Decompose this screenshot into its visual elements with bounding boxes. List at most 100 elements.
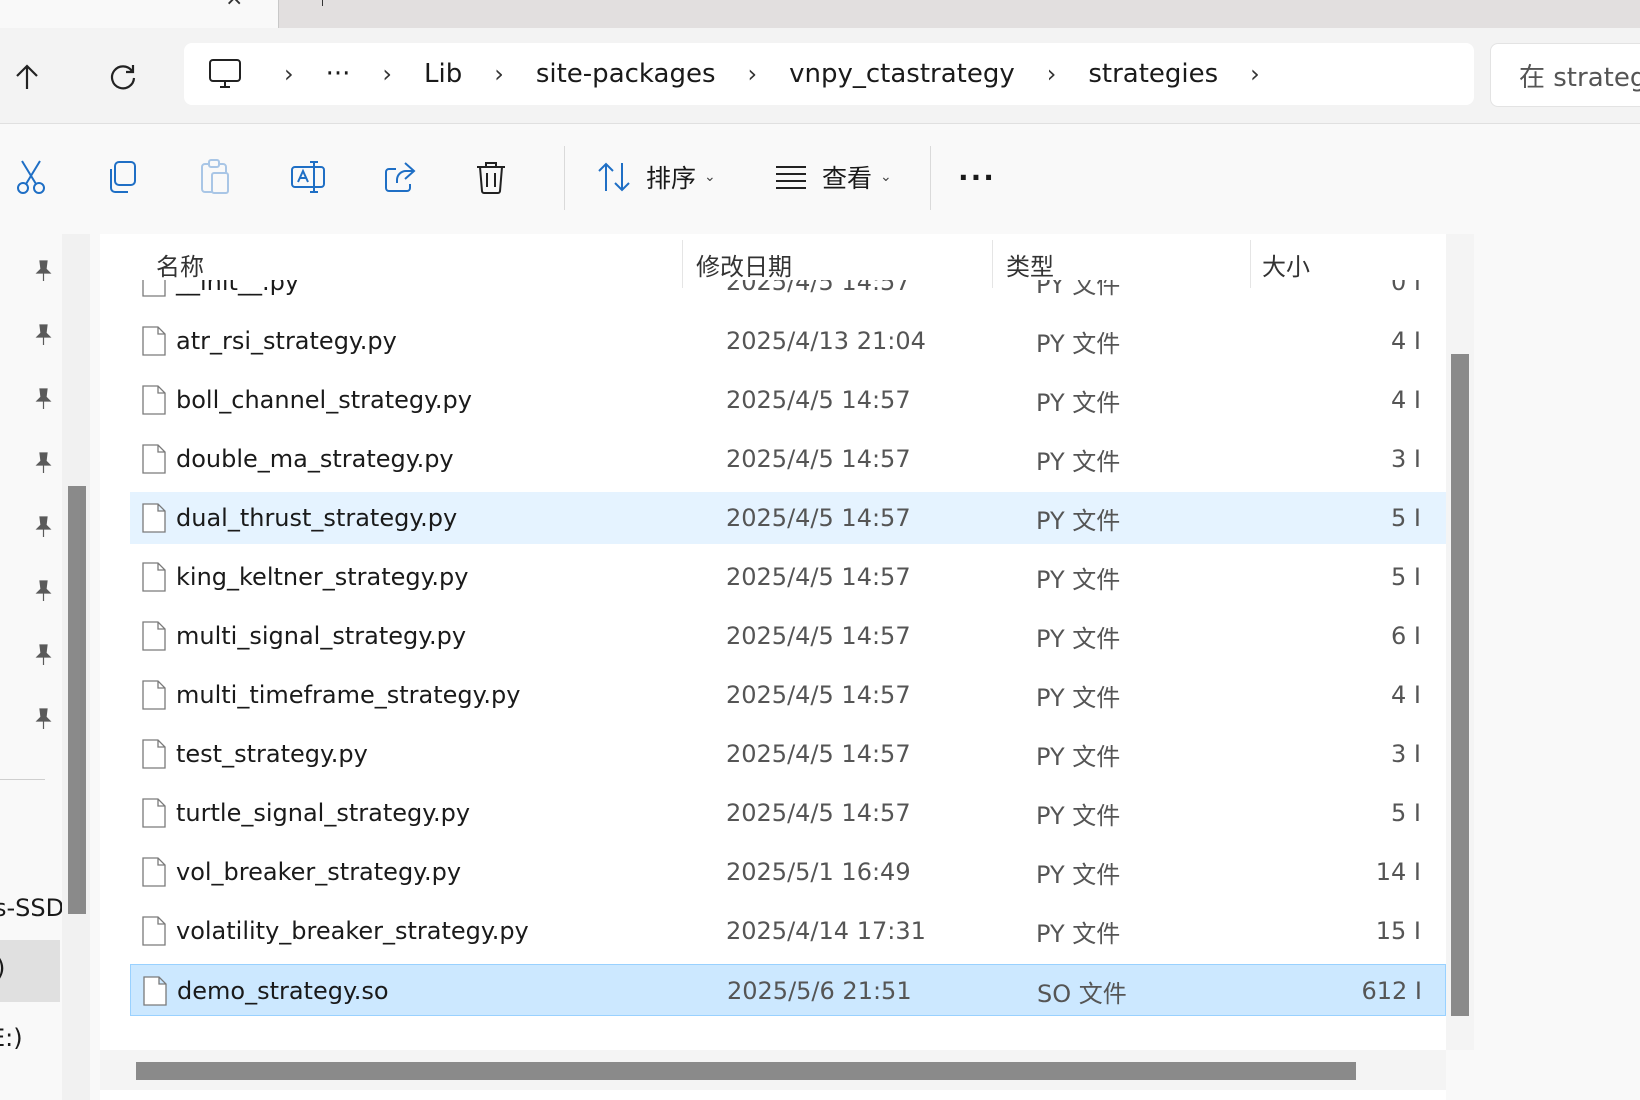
file-size: 4 I xyxy=(1391,386,1421,414)
share-icon xyxy=(385,162,416,192)
file-list-scrollbar-thumb[interactable] xyxy=(1451,354,1469,1016)
file-row[interactable]: volatility_breaker_strategy.py 2025/4/14… xyxy=(130,905,1446,957)
breadcrumb-separator[interactable]: › xyxy=(1230,60,1280,88)
file-date: 2025/4/5 14:57 xyxy=(726,504,911,532)
file-list: __init__.py 2025/4/5 14:57 PY 文件 0 I atr… xyxy=(100,234,1446,1100)
pin-icon[interactable] xyxy=(30,514,56,540)
breadcrumb: › ··· › Lib › site-packages › vnpy_ctast… xyxy=(184,43,1474,105)
view-button[interactable]: 查看 ⌄ xyxy=(774,149,892,205)
chevron-down-icon: ⌄ xyxy=(704,169,716,185)
pin-icon[interactable] xyxy=(30,578,56,604)
file-date: 2025/4/14 17:31 xyxy=(726,917,926,945)
file-name: vol_breaker_strategy.py xyxy=(176,858,462,886)
file-row[interactable]: multi_timeframe_strategy.py 2025/4/5 14:… xyxy=(130,669,1446,721)
paste-button[interactable] xyxy=(198,149,232,205)
tab-close-icon[interactable]: × xyxy=(225,0,243,11)
toolbar-divider xyxy=(930,146,931,210)
rename-icon xyxy=(291,161,325,193)
column-divider[interactable] xyxy=(992,240,993,288)
breadcrumb-computer[interactable] xyxy=(184,58,264,90)
file-icon xyxy=(143,976,167,1006)
file-row[interactable]: multi_signal_strategy.py 2025/4/5 14:57 … xyxy=(130,610,1446,662)
file-date: 2025/4/13 21:04 xyxy=(726,327,926,355)
file-icon xyxy=(142,680,166,710)
breadcrumb-separator[interactable]: › xyxy=(1027,60,1077,88)
sort-button[interactable]: 排序 ⌄ xyxy=(596,149,716,205)
pin-icon[interactable] xyxy=(30,258,56,284)
file-date: 2025/4/5 14:57 xyxy=(726,445,911,473)
file-date: 2025/4/5 14:57 xyxy=(726,681,911,709)
file-row-selected[interactable]: demo_strategy.so 2025/5/6 21:51 SO 文件 61… xyxy=(130,964,1446,1016)
more-options-button[interactable]: ··· xyxy=(958,149,996,205)
column-header-type[interactable]: 类型 xyxy=(1006,234,1054,294)
file-icon xyxy=(142,739,166,769)
column-header-date[interactable]: 修改日期 xyxy=(696,234,792,294)
file-row[interactable]: vol_breaker_strategy.py 2025/5/1 16:49 P… xyxy=(130,846,1446,898)
up-button[interactable] xyxy=(0,50,54,104)
nav-item-drive-e[interactable]: E:) xyxy=(0,1024,23,1052)
file-type: PY 文件 xyxy=(1036,506,1121,535)
file-type: PY 文件 xyxy=(1036,742,1121,771)
copy-button[interactable] xyxy=(106,149,140,205)
nav-divider xyxy=(0,779,45,780)
breadcrumb-lib[interactable]: Lib xyxy=(412,59,474,89)
search-input[interactable]: 在 strateg xyxy=(1490,43,1640,107)
pin-icon[interactable] xyxy=(30,642,56,668)
file-icon xyxy=(142,621,166,651)
pin-icon[interactable] xyxy=(30,706,56,732)
breadcrumb-separator[interactable]: › xyxy=(474,60,524,88)
pin-icon[interactable] xyxy=(30,322,56,348)
breadcrumb-separator[interactable]: › xyxy=(362,60,412,88)
file-row[interactable]: king_keltner_strategy.py 2025/4/5 14:57 … xyxy=(130,551,1446,603)
tab-new-area[interactable] xyxy=(278,0,1640,29)
file-size: 3 I xyxy=(1391,445,1421,473)
column-divider[interactable] xyxy=(1250,240,1251,288)
file-row[interactable]: boll_channel_strategy.py 2025/4/5 14:57 … xyxy=(130,374,1446,426)
file-name: volatility_breaker_strategy.py xyxy=(176,917,529,945)
pin-icon[interactable] xyxy=(30,386,56,412)
share-button[interactable] xyxy=(382,149,418,205)
column-divider[interactable] xyxy=(682,240,683,288)
breadcrumb-site-packages[interactable]: site-packages xyxy=(524,59,728,89)
tab-active[interactable]: × xyxy=(0,0,278,28)
pin-icon[interactable] xyxy=(30,450,56,476)
file-row-hovered[interactable]: dual_thrust_strategy.py 2025/4/5 14:57 P… xyxy=(130,492,1446,544)
file-type: PY 文件 xyxy=(1036,860,1121,889)
column-header-name[interactable]: 名称 xyxy=(156,234,204,294)
sort-icon xyxy=(598,162,630,192)
nav-item-selected[interactable] xyxy=(0,940,60,1002)
breadcrumb-vnpy-ctastrategy[interactable]: vnpy_ctastrategy xyxy=(777,59,1027,89)
column-header-size[interactable]: 大小 xyxy=(1262,234,1310,294)
file-row[interactable]: test_strategy.py 2025/4/5 14:57 PY 文件 3 … xyxy=(130,728,1446,780)
breadcrumb-strategies[interactable]: strategies xyxy=(1076,59,1230,89)
file-name: king_keltner_strategy.py xyxy=(176,563,469,591)
rename-button[interactable] xyxy=(290,149,326,205)
file-name: demo_strategy.so xyxy=(177,977,389,1005)
breadcrumb-separator[interactable]: › xyxy=(264,60,314,88)
file-type: PY 文件 xyxy=(1036,624,1121,653)
computer-icon xyxy=(209,59,241,88)
nav-scrollbar-thumb[interactable] xyxy=(68,486,86,914)
cut-button[interactable] xyxy=(14,149,48,205)
file-size: 3 I xyxy=(1391,740,1421,768)
file-size: 5 I xyxy=(1391,504,1421,532)
nav-item-drive-ssd[interactable]: s-SSD xyxy=(0,894,62,922)
file-date: 2025/5/6 21:51 xyxy=(727,977,912,1005)
file-icon xyxy=(142,798,166,828)
breadcrumb-overflow[interactable]: ··· xyxy=(314,59,363,89)
file-type: PY 文件 xyxy=(1036,801,1121,830)
file-row[interactable]: double_ma_strategy.py 2025/4/5 14:57 PY … xyxy=(130,433,1446,485)
file-row[interactable]: turtle_signal_strategy.py 2025/4/5 14:57… xyxy=(130,787,1446,839)
refresh-button[interactable] xyxy=(96,50,150,104)
breadcrumb-separator[interactable]: › xyxy=(728,60,778,88)
file-size: 6 I xyxy=(1391,622,1421,650)
delete-button[interactable] xyxy=(474,149,508,205)
file-icon xyxy=(142,444,166,474)
file-name: dual_thrust_strategy.py xyxy=(176,504,458,532)
file-name: atr_rsi_strategy.py xyxy=(176,327,397,355)
search-placeholder: 在 strateg xyxy=(1519,62,1640,93)
file-row[interactable]: atr_rsi_strategy.py 2025/4/13 21:04 PY 文… xyxy=(130,315,1446,367)
new-tab-icon[interactable] xyxy=(322,0,323,6)
file-list-hscrollbar-thumb[interactable] xyxy=(136,1062,1356,1080)
address-bar: › ··· › Lib › site-packages › vnpy_ctast… xyxy=(0,28,1640,123)
